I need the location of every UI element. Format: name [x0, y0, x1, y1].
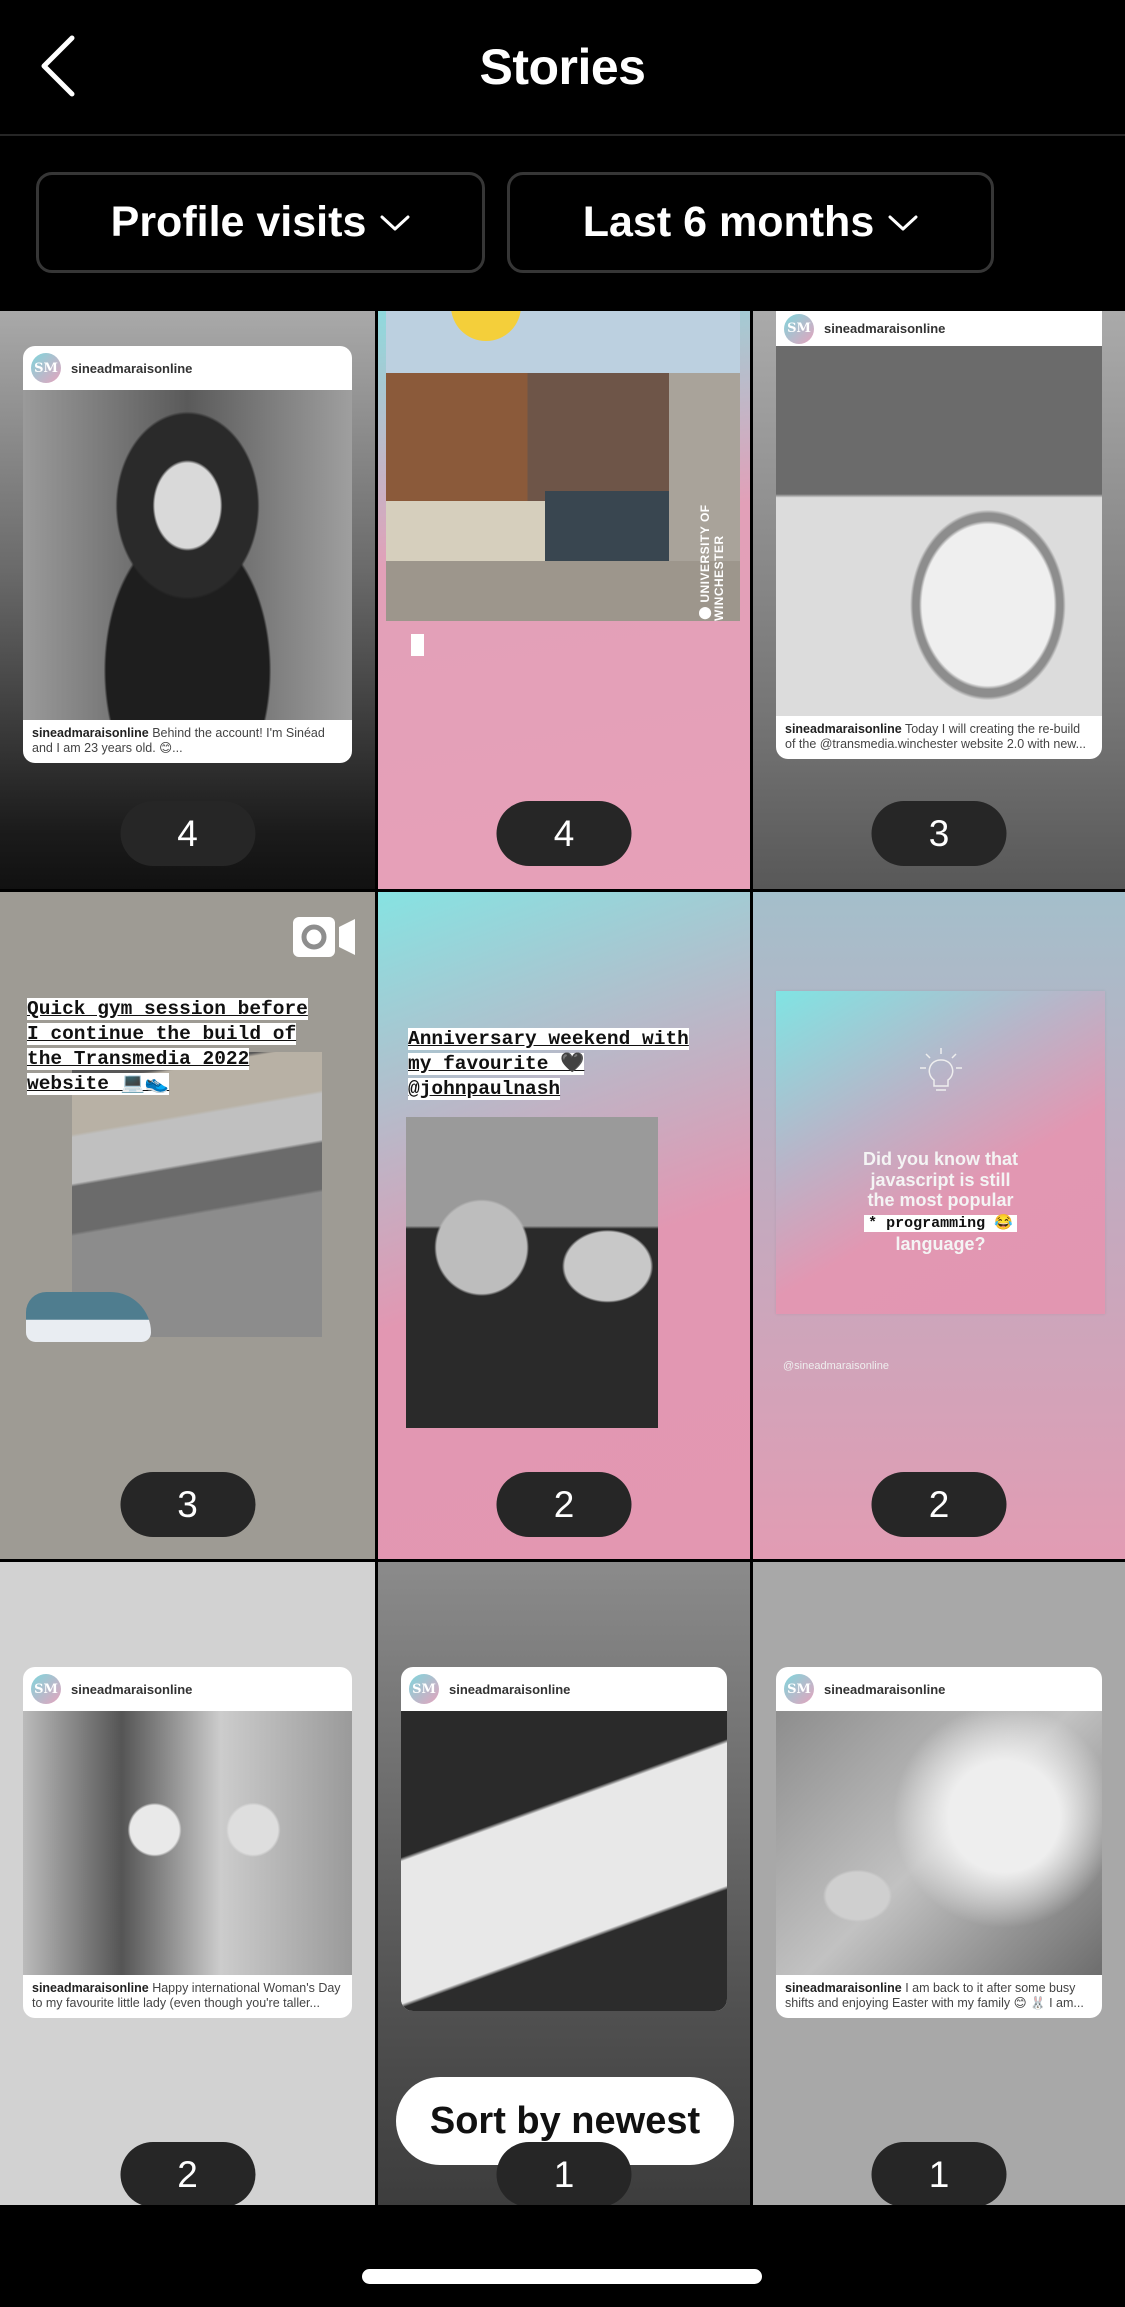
shared-post-card: Did you know that javascript is still th… [776, 991, 1105, 1314]
shared-post-card: SM sineadmaraisonline sineadmaraisonline… [23, 346, 352, 763]
avatar: SM [409, 1674, 439, 1704]
avatar: SM [31, 353, 61, 383]
visit-count-badge: 2 [120, 2142, 255, 2205]
visit-count-badge: 1 [871, 2142, 1007, 2205]
post-caption: sineadmaraisonline Happy international W… [32, 1981, 341, 2010]
story-text: Anniversary weekend with my favourite 🖤 … [408, 1028, 689, 1100]
story-tile[interactable]: SM sineadmaraisonline Sort by newest 1 [378, 1562, 750, 2205]
stories-grid: SM sineadmaraisonline sineadmaraisonline… [0, 311, 1125, 2205]
avatar: SM [31, 1674, 61, 1704]
shared-post-card: SM sineadmaraisonline sineadmaraisonline… [23, 1667, 352, 2018]
sun-sticker [451, 311, 521, 341]
post-caption: sineadmaraisonline Today I will creating… [785, 722, 1087, 751]
visit-count-badge: 2 [496, 1472, 632, 1537]
post-username: sineadmaraisonline [824, 321, 946, 336]
video-camera-icon [293, 917, 355, 957]
post-username: sineadmaraisonline [449, 1681, 571, 1697]
metric-dropdown[interactable]: Profile visits [36, 172, 485, 273]
post-caption: sineadmaraisonline I am back to it after… [785, 1981, 1084, 2010]
story-tile[interactable]: SM sineadmaraisonline sineadmaraisonline… [0, 1562, 375, 2205]
post-username: sineadmaraisonline [71, 360, 193, 376]
sneaker-sticker [26, 1292, 151, 1342]
top-nav-bar: Stories [0, 0, 1125, 136]
post-photo [401, 1711, 727, 2011]
post-text: Did you know that javascript is still th… [863, 1149, 1018, 1254]
post-caption: sineadmaraisonline Behind the account! I… [32, 726, 325, 755]
story-tile[interactable]: Anniversary weekend with my favourite 🖤 … [378, 892, 750, 1559]
post-photo [776, 346, 1102, 716]
home-indicator[interactable] [362, 2269, 762, 2284]
story-tile[interactable]: SM sineadmaraisonline sineadmaraisonline… [753, 1562, 1125, 2205]
story-photo: ⬤ UNIVERSITY OF WINCHESTER [386, 311, 740, 621]
avatar: SM [784, 1674, 814, 1704]
visit-count-badge: 4 [496, 801, 632, 866]
story-tile[interactable]: Did you know that javascript is still th… [753, 892, 1125, 1559]
visit-count-badge: 3 [120, 1472, 255, 1537]
post-photo [776, 1711, 1102, 1975]
post-photo [23, 1711, 352, 1975]
page-title: Stories [479, 39, 646, 95]
story-tile[interactable]: ⬤ UNIVERSITY OF WINCHESTER 4 [378, 311, 750, 889]
post-photo [23, 390, 352, 720]
story-photo [406, 1117, 658, 1428]
post-username: sineadmaraisonline [71, 1681, 193, 1697]
lightbulb-icon [919, 1048, 962, 1091]
chevron-down-icon [888, 215, 918, 230]
shared-post-card: SM sineadmaraisonline [401, 1667, 727, 2011]
shared-post-card: SM sineadmaraisonline sineadmaraisonline… [776, 311, 1102, 759]
story-tile[interactable]: Quick gym session before I continue the … [0, 892, 375, 1559]
chevron-down-icon [380, 215, 410, 230]
text-cursor [411, 634, 424, 656]
post-handle: @sineadmaraisonline [783, 1360, 889, 1372]
metric-dropdown-label: Profile visits [110, 198, 367, 246]
period-dropdown[interactable]: Last 6 months [507, 172, 994, 273]
visit-count-badge: 2 [871, 1472, 1007, 1537]
story-tile[interactable]: SM sineadmaraisonline sineadmaraisonline… [753, 311, 1125, 889]
visit-count-badge: 1 [496, 2142, 632, 2205]
location-sticker: ⬤ UNIVERSITY OF WINCHESTER [698, 504, 726, 621]
filter-bar: Profile visits Last 6 months [36, 172, 994, 273]
avatar: SM [784, 313, 814, 344]
visit-count-badge: 4 [120, 801, 255, 866]
period-dropdown-label: Last 6 months [582, 198, 875, 246]
visit-count-badge: 3 [871, 801, 1007, 866]
story-text: Quick gym session before I continue the … [27, 998, 308, 1095]
story-tile[interactable]: SM sineadmaraisonline sineadmaraisonline… [0, 311, 375, 889]
post-username: sineadmaraisonline [824, 1681, 946, 1697]
shared-post-card: SM sineadmaraisonline sineadmaraisonline… [776, 1667, 1102, 2018]
